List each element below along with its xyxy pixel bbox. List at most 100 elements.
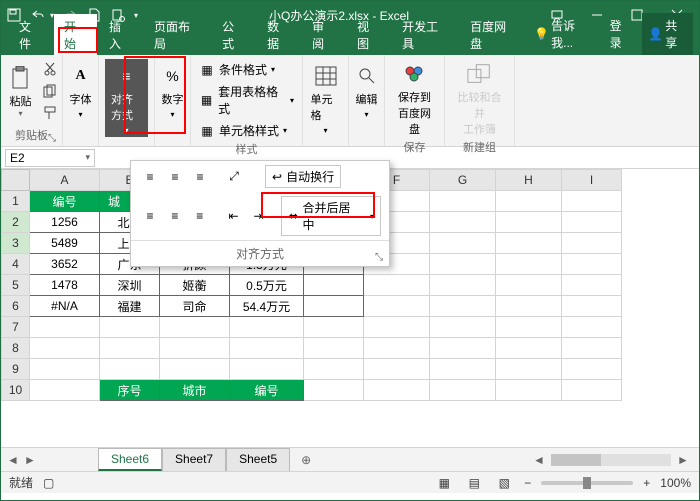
col-header-a[interactable]: A bbox=[30, 170, 100, 191]
view-pagelayout-icon[interactable]: ▤ bbox=[464, 474, 484, 492]
sheet-tab-1[interactable]: Sheet6 bbox=[98, 448, 162, 471]
align-center-icon[interactable]: ≡ bbox=[164, 206, 186, 226]
macro-record-icon[interactable]: ▢ bbox=[43, 476, 54, 490]
clipboard-launcher-icon[interactable]: ⤡ bbox=[48, 133, 60, 145]
zoom-level[interactable]: 100% bbox=[660, 476, 691, 490]
sheet-tab-3[interactable]: Sheet5 bbox=[226, 448, 290, 471]
share-button[interactable]: 👤共享 bbox=[642, 13, 693, 55]
name-box[interactable]: E2▾ bbox=[5, 149, 95, 167]
tab-file[interactable]: 文件 bbox=[9, 14, 52, 55]
conditional-format-button[interactable]: ▦条件格式▾ bbox=[197, 59, 296, 80]
add-sheet-icon[interactable]: ⊕ bbox=[294, 449, 318, 471]
col-header-i[interactable]: I bbox=[562, 170, 622, 191]
group-clipboard: 粘贴 ▾ 剪贴板 ⤡ bbox=[1, 55, 63, 146]
paste-button[interactable]: 粘贴 ▾ bbox=[4, 59, 38, 123]
sheet-nav-next-icon[interactable]: ► bbox=[22, 452, 38, 468]
cell-d10[interactable]: 编号 bbox=[230, 380, 304, 401]
tab-view[interactable]: 视图 bbox=[347, 14, 390, 55]
align-right-icon[interactable]: ≡ bbox=[189, 206, 211, 226]
editing-dropdown[interactable]: 编辑 ▾ bbox=[346, 59, 388, 121]
cell-b6[interactable]: 福建 bbox=[100, 296, 160, 317]
cell-a4[interactable]: 3652 bbox=[30, 254, 100, 275]
cell-d5[interactable]: 0.5万元 bbox=[230, 275, 304, 296]
zoom-in-icon[interactable]: + bbox=[643, 476, 650, 490]
row-header-10[interactable]: 10 bbox=[2, 380, 30, 401]
merge-center-button[interactable]: ⬌合并后居中▾ bbox=[281, 196, 381, 236]
row-header-8[interactable]: 8 bbox=[2, 338, 30, 359]
tab-pagelayout[interactable]: 页面布局 bbox=[144, 14, 210, 55]
cell-c10[interactable]: 城市 bbox=[160, 380, 230, 401]
copy-icon[interactable] bbox=[40, 81, 60, 101]
sheet-nav-prev-icon[interactable]: ◄ bbox=[5, 452, 21, 468]
align-left-icon[interactable]: ≡ bbox=[139, 206, 161, 226]
group-baidu: 保存到 百度网盘 保存 bbox=[385, 55, 445, 146]
hscroll-right-icon[interactable]: ► bbox=[675, 452, 691, 468]
increase-indent-icon[interactable]: ⇥ bbox=[248, 206, 270, 226]
cell-a5[interactable]: 1478 bbox=[30, 275, 100, 296]
row-header-3[interactable]: 3 bbox=[2, 233, 30, 254]
group-number: % 数字 ▾ bbox=[155, 55, 191, 146]
table-format-button[interactable]: ▦套用表格格式▾ bbox=[197, 81, 296, 119]
cell-a1[interactable]: 编号 bbox=[30, 191, 100, 212]
tab-insert[interactable]: 插入 bbox=[99, 14, 142, 55]
tab-review[interactable]: 审阅 bbox=[302, 14, 345, 55]
login-button[interactable]: 登录 bbox=[604, 13, 639, 55]
cell-a6[interactable]: #N/A bbox=[30, 296, 100, 317]
ribbon-tabs: 文件 开始 插入 页面布局 公式 数据 审阅 视图 开发工具 百度网盘 💡告诉我… bbox=[1, 29, 699, 55]
font-dropdown[interactable]: A 字体 ▾ bbox=[60, 59, 102, 121]
cell-a3[interactable]: 5489 bbox=[30, 233, 100, 254]
view-normal-icon[interactable]: ▦ bbox=[434, 474, 454, 492]
orientation-icon[interactable]: ⤢ bbox=[223, 167, 245, 187]
cell-style-button[interactable]: ▦单元格样式▾ bbox=[197, 120, 296, 141]
sheet-tab-2[interactable]: Sheet7 bbox=[162, 448, 226, 471]
cells-dropdown[interactable]: 单元格 ▾ bbox=[305, 59, 347, 137]
cell-c5[interactable]: 姬蘅 bbox=[160, 275, 230, 296]
baidu-cloud-icon bbox=[402, 61, 428, 87]
row-header-9[interactable]: 9 bbox=[2, 359, 30, 380]
merge-icon: ⬌ bbox=[288, 209, 298, 223]
tab-baidu[interactable]: 百度网盘 bbox=[460, 14, 526, 55]
alignment-launcher-icon[interactable]: ⤡ bbox=[375, 252, 383, 263]
compare-merge-icon bbox=[467, 61, 493, 87]
compare-merge-button[interactable]: 比较和合并 工作簿 bbox=[451, 59, 508, 139]
horizontal-scrollbar[interactable] bbox=[551, 454, 671, 466]
zoom-out-icon[interactable]: − bbox=[524, 476, 531, 490]
row-header-6[interactable]: 6 bbox=[2, 296, 30, 317]
row-header-7[interactable]: 7 bbox=[2, 317, 30, 338]
tab-formulas[interactable]: 公式 bbox=[212, 14, 255, 55]
align-bottom-icon[interactable]: ≡ bbox=[189, 167, 211, 187]
row-header-2[interactable]: 2 bbox=[2, 212, 30, 233]
row-header-5[interactable]: 5 bbox=[2, 275, 30, 296]
alignment-dropdown[interactable]: ≡ 对齐方式 ▾ bbox=[105, 59, 148, 137]
cell-e6[interactable] bbox=[304, 296, 364, 317]
zoom-slider[interactable] bbox=[541, 481, 633, 485]
align-top-icon[interactable]: ≡ bbox=[139, 167, 161, 187]
cell-c6[interactable]: 司命 bbox=[160, 296, 230, 317]
cell-b5[interactable]: 深圳 bbox=[100, 275, 160, 296]
baidu-save-button[interactable]: 保存到 百度网盘 bbox=[391, 59, 438, 139]
tab-data[interactable]: 数据 bbox=[257, 14, 300, 55]
row-header-4[interactable]: 4 bbox=[2, 254, 30, 275]
cell-e5[interactable] bbox=[304, 275, 364, 296]
group-newgroup: 比较和合并 工作簿 新建组 bbox=[445, 55, 515, 146]
col-header-g[interactable]: G bbox=[430, 170, 496, 191]
hscroll-left-icon[interactable]: ◄ bbox=[531, 452, 547, 468]
cell-d6[interactable]: 54.4万元 bbox=[230, 296, 304, 317]
tab-developer[interactable]: 开发工具 bbox=[392, 14, 458, 55]
cell-a2[interactable]: 1256 bbox=[30, 212, 100, 233]
number-dropdown[interactable]: % 数字 ▾ bbox=[152, 59, 194, 121]
wrap-text-button[interactable]: ↩自动换行 bbox=[265, 165, 341, 188]
cut-icon[interactable] bbox=[40, 59, 60, 79]
align-middle-icon[interactable]: ≡ bbox=[164, 167, 186, 187]
col-header-h[interactable]: H bbox=[496, 170, 562, 191]
view-pagebreak-icon[interactable]: ▧ bbox=[494, 474, 514, 492]
font-icon: A bbox=[66, 61, 96, 91]
decrease-indent-icon[interactable]: ⇤ bbox=[223, 206, 245, 226]
ribbon: 粘贴 ▾ 剪贴板 ⤡ A 字体 ▾ ≡ 对齐方式 ▾ % bbox=[1, 55, 699, 147]
tell-me[interactable]: 💡告诉我... bbox=[528, 13, 599, 55]
format-painter-icon[interactable] bbox=[40, 103, 60, 123]
row-header-1[interactable]: 1 bbox=[2, 191, 30, 212]
cell-b10[interactable]: 序号 bbox=[100, 380, 160, 401]
redo-icon[interactable] bbox=[59, 4, 81, 26]
select-all-corner[interactable] bbox=[2, 170, 30, 191]
